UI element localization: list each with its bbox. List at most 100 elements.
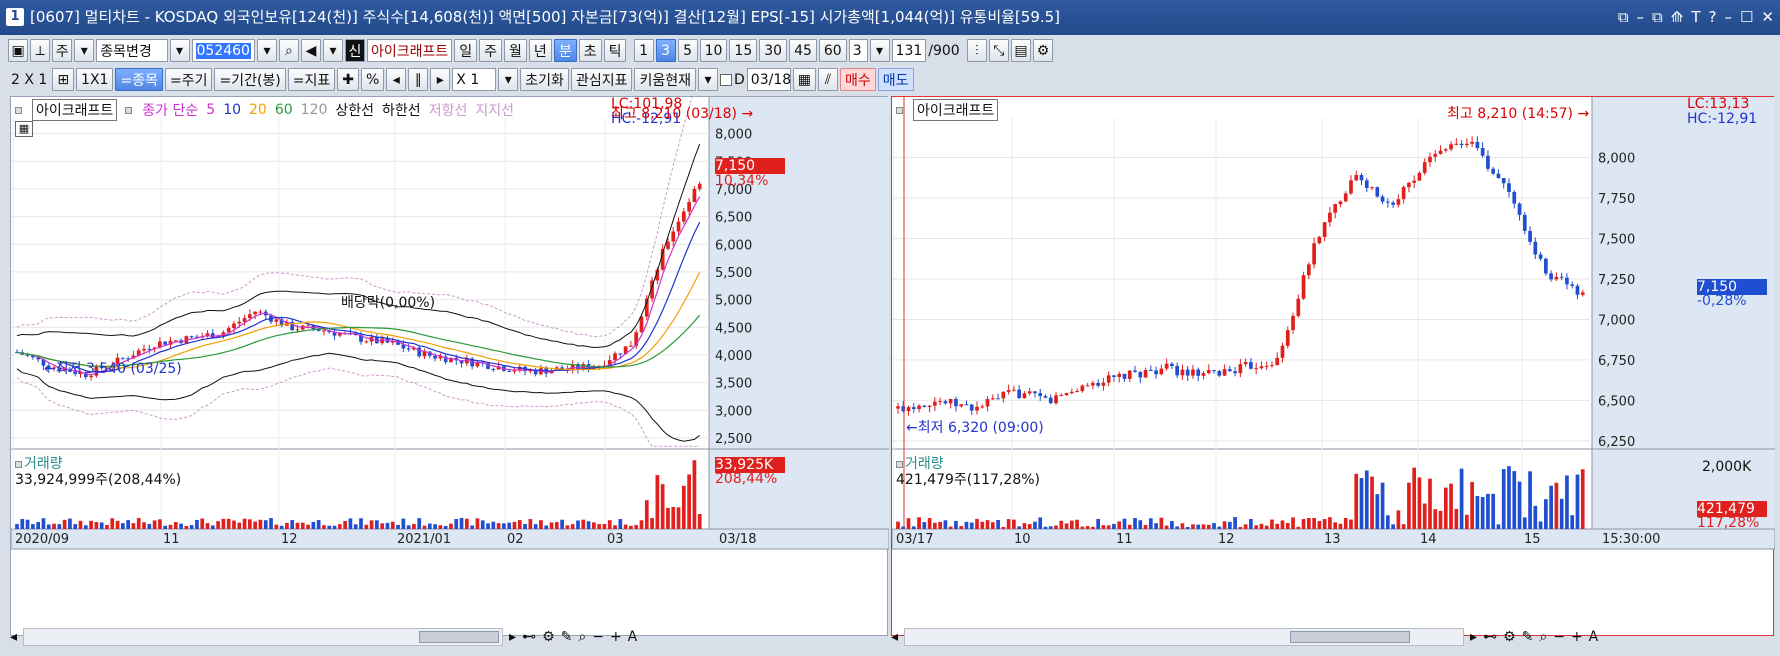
crosshair-icon[interactable]: ✚ <box>337 68 359 91</box>
layout-single-button[interactable]: 1X1 <box>76 68 114 91</box>
window-button-2[interactable]: ⧉ <box>1652 0 1663 35</box>
font-icon[interactable]: A <box>628 629 638 645</box>
zoom-in-icon[interactable]: + <box>610 629 622 645</box>
search-icon[interactable]: ⌕ <box>578 629 586 645</box>
gear-icon[interactable]: ⚙ <box>542 629 555 645</box>
period-tab-0[interactable]: 일 <box>454 39 478 62</box>
next-icon[interactable]: ▸ <box>430 68 451 91</box>
interest-indicator-button[interactable]: 관심지표 <box>570 68 633 91</box>
minute-tab-5[interactable]: 30 <box>759 39 788 62</box>
period-tab-6[interactable]: 틱 <box>603 39 627 62</box>
window-button-4[interactable]: T <box>1691 0 1700 35</box>
stock-code-input[interactable]: 052460 <box>191 39 255 62</box>
reset-button[interactable]: 초기화 <box>520 68 569 91</box>
chevron-down-icon[interactable]: ▾ <box>74 39 95 62</box>
window-button-7[interactable]: ☐ <box>1740 0 1753 35</box>
config-tab-1[interactable]: =주기 <box>164 68 213 91</box>
pause-icon[interactable]: ∥ <box>408 68 429 91</box>
buy-button[interactable]: 매수 <box>840 68 876 91</box>
minute-tab-4[interactable]: 15 <box>729 39 758 62</box>
scroll-right-icon[interactable]: ▸ <box>509 629 516 645</box>
period-tab-3[interactable]: 년 <box>528 39 552 62</box>
save-icon[interactable]: ▤ <box>1010 39 1032 62</box>
left-scrollbar[interactable]: ◂ ▸ ⊷ ⚙ ✎ ⌕ − + A <box>10 626 888 648</box>
zoom-out-icon[interactable]: − <box>1553 629 1565 645</box>
window-button-0[interactable]: ⧉ <box>1618 0 1629 35</box>
left-date-tick: 12 <box>281 532 298 547</box>
prev-icon[interactable]: ◂ <box>386 68 407 91</box>
legend-toggle-icon[interactable] <box>125 106 133 114</box>
minute-tab-0[interactable]: 1 <box>633 39 654 62</box>
chart-type-icon[interactable]: ⫽ <box>818 68 839 91</box>
multiplier-select[interactable]: X 1 <box>452 68 497 91</box>
period-tab-2[interactable]: 월 <box>504 39 527 62</box>
zoom-slider-icon[interactable]: ⊷ <box>522 629 536 645</box>
intraday-chart-panel[interactable]: 8,000 7,750 7,500 7,250 7,000 6,750 6,500 6,250… <box>891 96 1775 637</box>
font-icon[interactable]: A <box>1589 629 1599 645</box>
volume-toggle-icon[interactable] <box>896 461 903 468</box>
window-button-3[interactable]: ⟰ <box>1671 0 1684 35</box>
scroll-left-icon[interactable]: ◂ <box>891 629 898 645</box>
scroll-right-icon[interactable]: ▸ <box>1470 629 1477 645</box>
speaker-icon[interactable]: ◀ <box>300 39 321 62</box>
config-tab-3[interactable]: =지표 <box>287 68 336 91</box>
percent-button[interactable]: % <box>360 68 385 91</box>
period-tab-1[interactable]: 주 <box>479 39 503 62</box>
chevron-down-icon[interactable]: ▾ <box>256 39 277 62</box>
grid-icon[interactable]: ⊞ <box>52 68 75 91</box>
change-symbol-select[interactable]: 종목변경 <box>96 39 168 62</box>
right-scrollbar[interactable]: ◂ ▸ ⊷ ⚙ ✎ ⌕ − + A <box>891 626 1774 648</box>
pen-icon[interactable]: ✎ <box>1522 629 1534 645</box>
market-select[interactable]: 주 <box>52 39 73 62</box>
config-tab-2[interactable]: =기간(봉) <box>214 68 286 91</box>
gear-icon[interactable]: ⚙ <box>1503 629 1516 645</box>
zoom-out-icon[interactable]: − <box>592 629 604 645</box>
minute-tab-6[interactable]: 45 <box>789 39 817 62</box>
left-scroll-thumb[interactable] <box>419 631 500 643</box>
intraday-chart-canvas[interactable]: 8,000 7,750 7,500 7,250 7,000 6,750 6,500 6,250… <box>892 97 1775 637</box>
sell-button[interactable]: 매도 <box>877 68 914 91</box>
period-tab-5[interactable]: 초 <box>578 39 602 62</box>
search-icon[interactable]: ⌕ <box>1539 629 1547 645</box>
minute-tab-7[interactable]: 60 <box>818 39 847 62</box>
chevron-down-icon[interactable]: ▾ <box>169 39 190 62</box>
count-input[interactable]: 131 <box>891 39 927 62</box>
date-input[interactable]: 03/18 <box>746 68 791 91</box>
window-button-6[interactable]: – <box>1724 0 1732 35</box>
window-button-1[interactable]: – <box>1637 0 1645 35</box>
calendar-icon[interactable]: ▦ <box>792 68 817 91</box>
candle-type-icon[interactable]: ⫶ <box>966 39 987 62</box>
legend-toggle-icon[interactable] <box>896 106 903 114</box>
minute-tab-3[interactable]: 10 <box>699 39 728 62</box>
kiwoom-current-button[interactable]: 키움현재 <box>634 68 696 91</box>
left-scroll-track[interactable] <box>23 628 504 646</box>
daily-chart-panel[interactable]: 8,0007,5007,0006,5006,0005,5005,0004,500… <box>10 96 889 636</box>
chevron-down-icon[interactable]: ▾ <box>322 39 343 62</box>
window-button-5[interactable]: ? <box>1709 0 1717 35</box>
chevron-down-icon[interactable]: ▾ <box>498 68 519 91</box>
drawing-tool-icon[interactable]: ⤡ <box>988 39 1009 62</box>
search-icon[interactable]: ⌕ <box>278 39 299 62</box>
right-scroll-thumb[interactable] <box>1290 631 1411 643</box>
chevron-down-icon[interactable]: ▾ <box>869 39 890 62</box>
gear-icon[interactable]: ⚙ <box>1033 39 1054 62</box>
table-icon[interactable]: ▦ <box>15 121 33 137</box>
date-checkbox[interactable] <box>720 73 732 86</box>
volume-toggle-icon[interactable] <box>15 461 22 468</box>
zoom-slider-icon[interactable]: ⊷ <box>1483 629 1497 645</box>
layout-icon[interactable]: ▣ <box>8 39 29 62</box>
chevron-down-icon[interactable]: ▾ <box>698 68 718 91</box>
pen-icon[interactable]: ✎ <box>561 629 573 645</box>
minute-tab-2[interactable]: 5 <box>677 39 698 62</box>
right-scroll-track[interactable] <box>904 628 1465 646</box>
window-button-8[interactable]: ✕ <box>1761 0 1774 35</box>
window-number[interactable]: 1 <box>6 8 24 26</box>
zoom-in-icon[interactable]: + <box>1571 629 1583 645</box>
interval-input[interactable]: 3 <box>848 39 868 62</box>
period-tab-4[interactable]: 분 <box>553 39 577 62</box>
minute-tab-1[interactable]: 3 <box>655 39 676 62</box>
config-tab-0[interactable]: =종목 <box>115 68 163 91</box>
legend-toggle-icon[interactable] <box>15 106 22 114</box>
pin-icon[interactable]: ⟂ <box>30 39 51 62</box>
scroll-left-icon[interactable]: ◂ <box>10 629 17 645</box>
